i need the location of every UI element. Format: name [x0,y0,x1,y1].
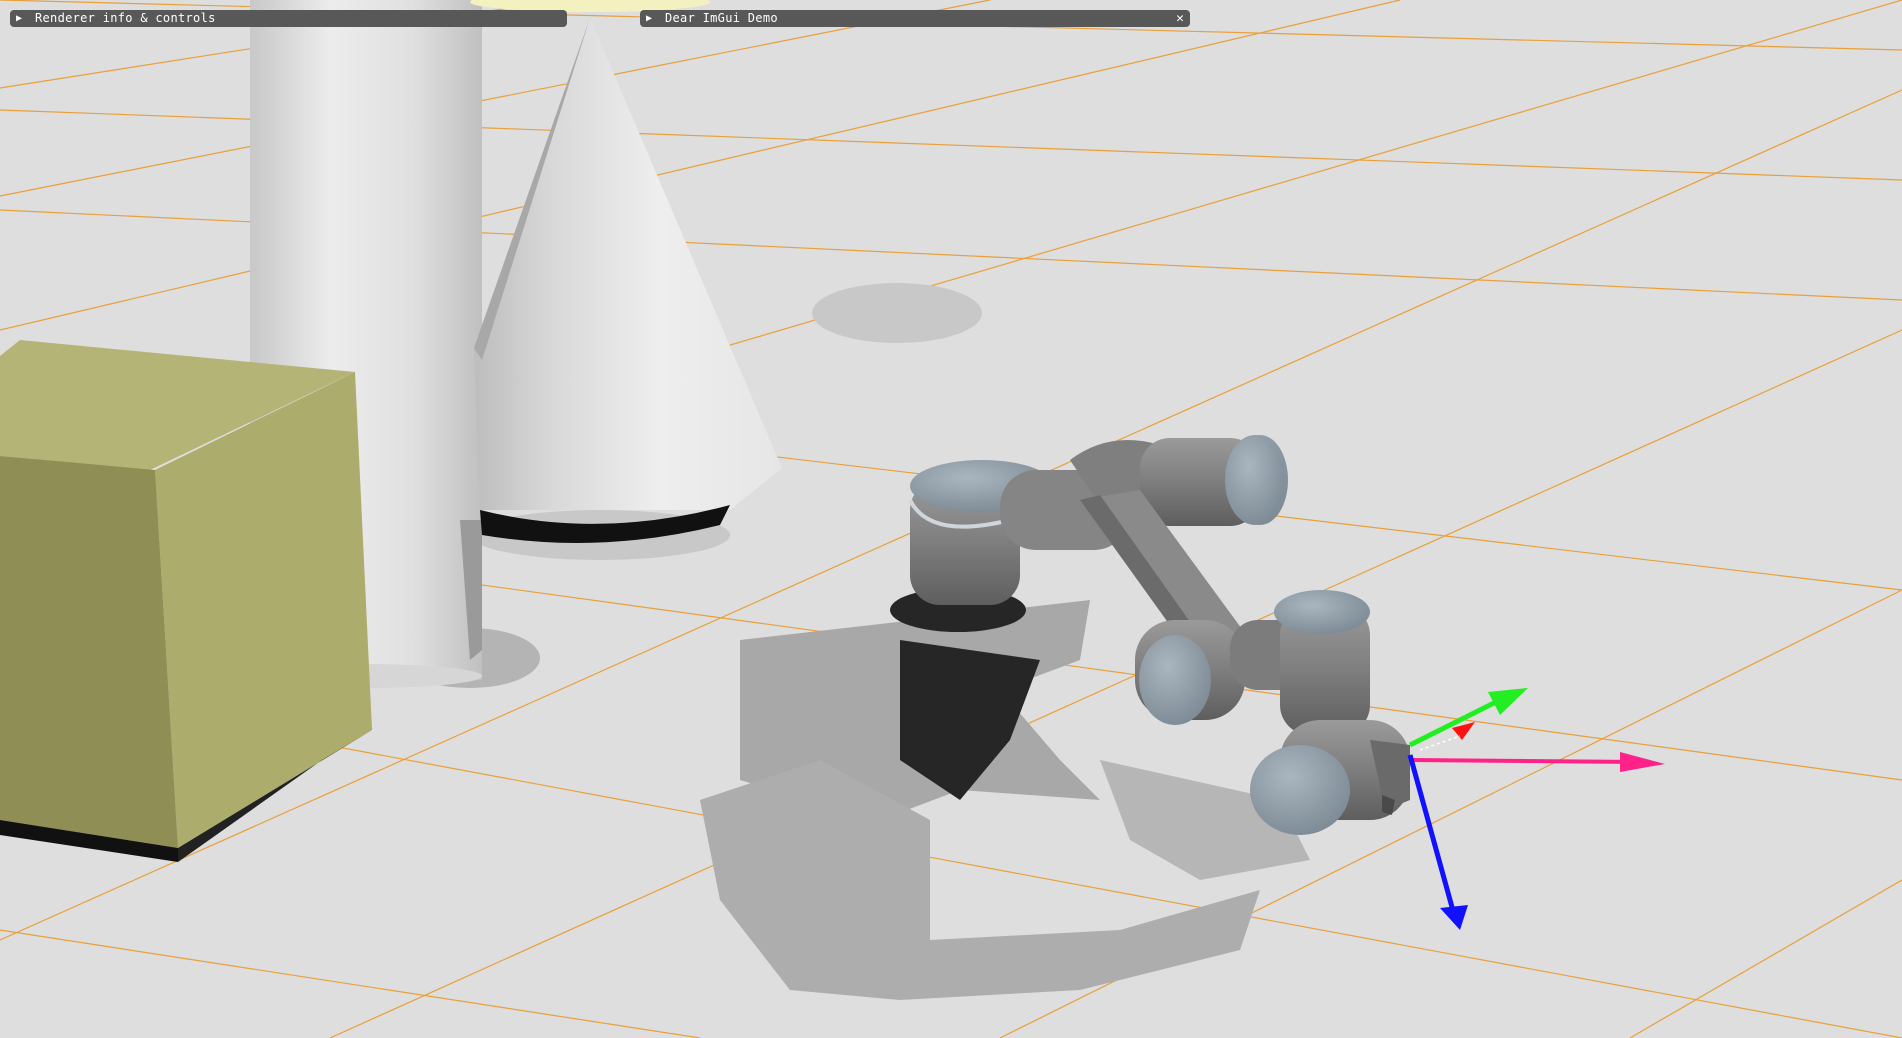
3d-viewport[interactable] [0,0,1902,1038]
renderer-window-title: Renderer info & controls [35,11,216,25]
renderer-info-window-titlebar[interactable]: ▶ Renderer info & controls [10,10,567,27]
demo-window-title: Dear ImGui Demo [665,11,778,25]
close-icon[interactable]: ✕ [1176,10,1184,27]
imgui-demo-window-titlebar[interactable]: ▶ Dear ImGui Demo ✕ [640,10,1190,27]
triangle-right-icon[interactable]: ▶ [646,10,652,27]
scene-canvas[interactable] [0,0,1902,1038]
triangle-right-icon[interactable]: ▶ [16,10,22,27]
